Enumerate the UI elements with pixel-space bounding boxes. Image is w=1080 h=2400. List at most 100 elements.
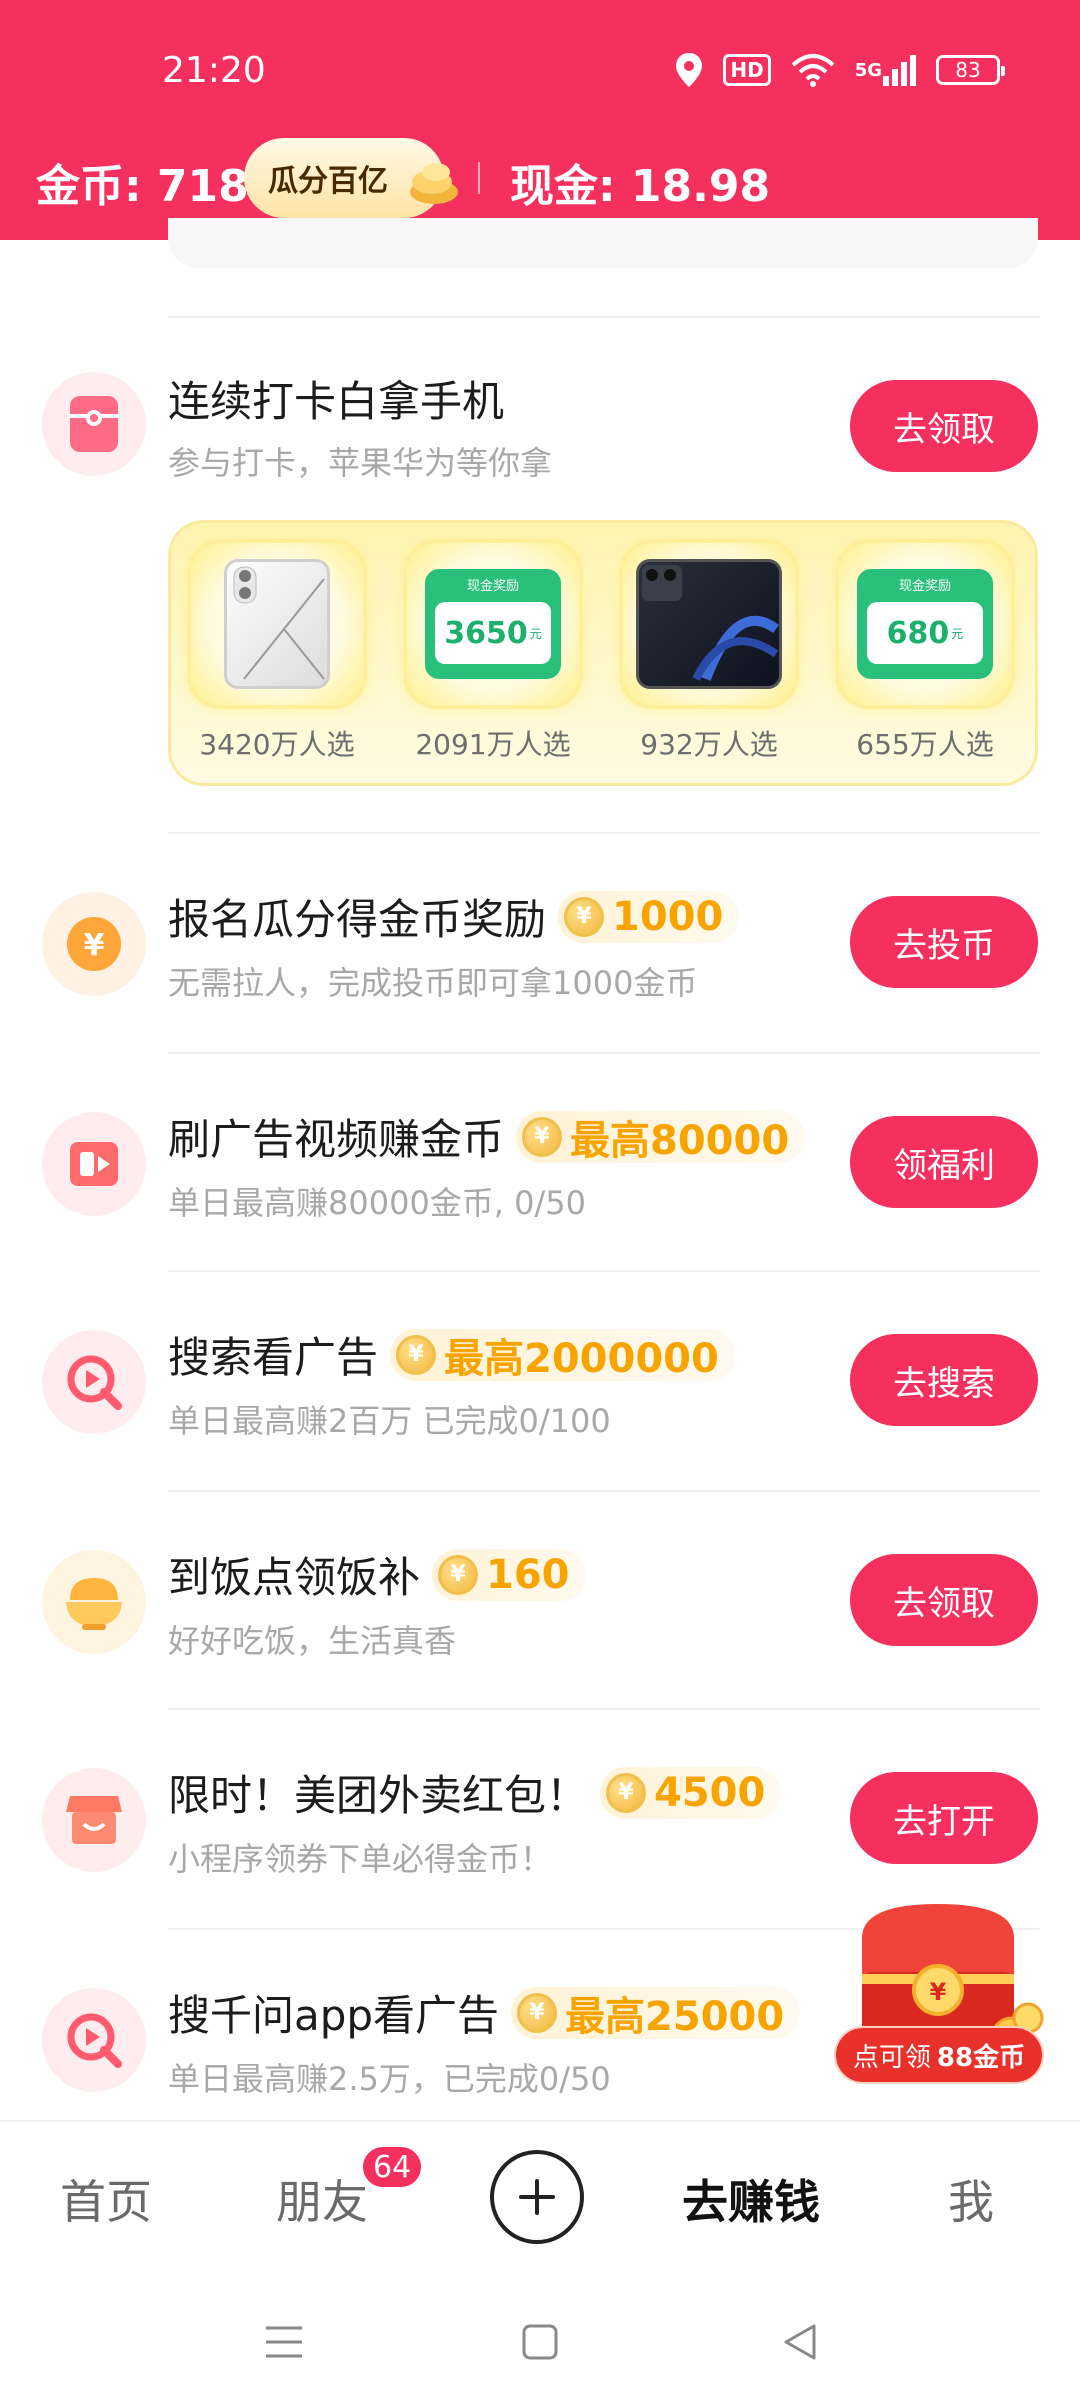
open-button[interactable]: 去打开 (850, 1772, 1038, 1864)
rice-bowl-icon (42, 1550, 146, 1654)
search-play-icon (42, 1988, 146, 2092)
task-title-text: 限时！美团外卖红包！ (168, 1771, 589, 1820)
dark-phone-image (636, 559, 782, 689)
reward-amount: 160 (486, 1551, 570, 1598)
split-billion-button[interactable]: 瓜分百亿 (244, 138, 458, 218)
task-title-text: 搜千问app看广告 (168, 1991, 500, 2040)
cash-reward-card: 现金奖励 3650 元 (425, 569, 561, 679)
task-title-text: 刷广告视频赚金币 (168, 1115, 505, 1164)
divider (168, 832, 1040, 834)
task-title-text: 报名瓜分得金币奖励 (168, 895, 547, 944)
search-play-icon (42, 1330, 146, 1434)
divider (168, 1052, 1040, 1054)
cash-card-amount: 3650 元 (435, 602, 551, 664)
prize-thumb (619, 539, 799, 709)
task-title: 搜索看广告 ¥ 最高2000000 (168, 1324, 735, 1385)
bottom-nav: 首页 朋友 64 去赚钱 我 (0, 2120, 1080, 2278)
prize-thumb: 现金奖励 680 元 (835, 539, 1015, 709)
divider (168, 316, 1040, 318)
task-title: 刷广告视频赚金币 ¥ 最高80000 (168, 1106, 806, 1167)
prize-label: 3420万人选 (199, 728, 355, 761)
claim-meal-button[interactable]: 去领取 (850, 1554, 1038, 1646)
prize-label: 932万人选 (640, 728, 778, 761)
insert-coin-button[interactable]: 去投币 (850, 896, 1038, 988)
prize-label: 2091万人选 (415, 728, 571, 761)
nav-friends[interactable]: 朋友 (276, 2166, 368, 2232)
prize-item[interactable]: 932万人选 (619, 539, 799, 763)
system-nav-bar (0, 2278, 1080, 2400)
reward-badge: ¥ 最高2000000 (390, 1328, 735, 1382)
back-triangle-icon[interactable] (770, 2312, 830, 2372)
reward-badge: ¥1000 (558, 890, 740, 943)
signal-icon: 5G (855, 54, 916, 86)
gold-coin-icon: ¥ (517, 1992, 558, 2033)
prize-thumb (187, 539, 367, 709)
prize-item[interactable]: 现金奖励 680 元 655万人选 (835, 539, 1015, 763)
header-divider (478, 162, 480, 194)
cash-amount: 680 (886, 615, 950, 651)
nav-home[interactable]: 首页 (60, 2166, 152, 2232)
nav-me[interactable]: 我 (948, 2166, 994, 2232)
prize-item[interactable]: 现金奖励 3650 元 2091万人选 (403, 539, 583, 763)
status-time: 21:20 (162, 50, 266, 91)
nav-earn[interactable]: 去赚钱 (682, 2166, 820, 2232)
home-square-icon[interactable] (510, 2312, 570, 2372)
white-phone-image (224, 559, 330, 689)
wifi-icon (791, 53, 835, 87)
split-pill-label: 瓜分百亿 (268, 164, 388, 199)
gold-coin-icon: ¥ (522, 1116, 563, 1157)
gold-coin-icon: ¥ (396, 1334, 437, 1375)
claim-button[interactable]: 去领取 (850, 380, 1038, 472)
battery-icon: 83 (936, 55, 1005, 85)
cash-card-amount: 680 元 (867, 602, 983, 664)
task-subtitle: 小程序领券下单必得金币！ (168, 1840, 553, 1878)
reward-badge: ¥160 (432, 1548, 586, 1601)
task-title-text: 到饭点领饭补 (168, 1553, 421, 1602)
video-play-icon (42, 1112, 146, 1216)
shop-icon (42, 1768, 146, 1872)
task-subtitle: 无需拉人，完成投币即可拿1000金币 (168, 964, 698, 1002)
divider (168, 1490, 1040, 1492)
task-subtitle: 参与打卡，苹果华为等你拿 (168, 444, 553, 482)
divider (168, 1270, 1040, 1272)
reward-amount: 最高25000 (565, 1993, 785, 2040)
friends-badge: 64 (360, 2144, 425, 2190)
task-subtitle: 好好吃饭，生活真香 (168, 1622, 457, 1660)
prize-carousel: 3420万人选 现金奖励 3650 元 2091万人选 932万人选 现金奖励 6… (168, 520, 1038, 786)
coin-balance[interactable]: 金币: 7181 (36, 150, 279, 214)
cash-card-title: 现金奖励 (898, 579, 951, 594)
reward-badge: ¥4500 (600, 1766, 782, 1819)
prize-item[interactable]: 3420万人选 (187, 539, 367, 763)
reward-amount: 最高80000 (570, 1117, 790, 1164)
cash-amount: 3650 (444, 615, 528, 651)
reward-amount: 4500 (654, 1769, 766, 1816)
prize-thumb: 现金奖励 3650 元 (403, 539, 583, 709)
create-button[interactable] (490, 2150, 584, 2244)
claim-benefit-button[interactable]: 领福利 (850, 1116, 1038, 1208)
task-title: 搜千问app看广告 ¥ 最高25000 (168, 1982, 801, 2043)
coin-pile-icon (406, 152, 462, 208)
coin-glyph: ¥ (84, 928, 105, 963)
header-bar: 21:20 HD 5G 83 金币: 7181 瓜分百亿 现金: 18.98 (0, 0, 1080, 240)
cash-unit: 元 (951, 626, 964, 641)
task-title: 到饭点领饭补 ¥160 (168, 1544, 586, 1605)
gold-coin-icon: ¥ (438, 1554, 479, 1595)
menu-icon[interactable] (254, 2312, 314, 2372)
task-title: 限时！美团外卖红包！ ¥4500 (168, 1762, 782, 1823)
chest-claim-pill[interactable]: 点可领 88金币 (834, 2026, 1044, 2084)
location-icon (675, 52, 703, 88)
cash-balance[interactable]: 现金: 18.98 (510, 150, 770, 214)
task-title: 连续打卡白拿手机 (168, 377, 505, 426)
reward-amount: 最高2000000 (444, 1335, 719, 1382)
prize-label: 655万人选 (856, 728, 994, 761)
task-subtitle: 单日最高赚80000金币, 0/50 (168, 1184, 587, 1222)
chest-amount: 88金币 (936, 2042, 1026, 2073)
search-button[interactable]: 去搜索 (850, 1334, 1038, 1426)
task-title-text: 搜索看广告 (168, 1333, 379, 1382)
hd-icon: HD (723, 54, 771, 86)
task-subtitle: 单日最高赚2.5万，已完成0/50 (168, 2060, 611, 2098)
chest-label: 点可领 (852, 2042, 931, 2073)
phone-gift-icon (42, 372, 146, 476)
reward-badge: ¥ 最高80000 (516, 1110, 806, 1164)
coin-glyph: ¥ (930, 1978, 947, 2006)
